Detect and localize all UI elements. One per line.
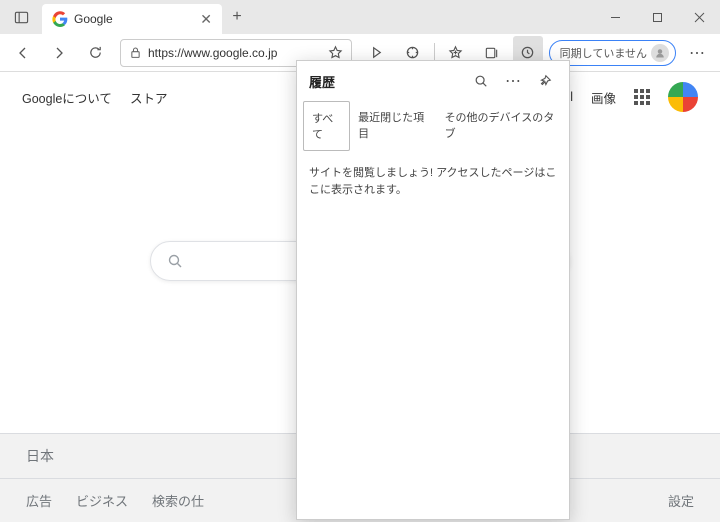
- history-more-button[interactable]: ⋯: [501, 69, 525, 93]
- tab-actions-button[interactable]: [6, 2, 36, 32]
- forward-button[interactable]: [44, 36, 74, 70]
- address-url: https://www.google.co.jp: [148, 46, 277, 60]
- google-profile-avatar[interactable]: [668, 82, 698, 112]
- window-controls: [594, 2, 720, 32]
- history-tab-recent[interactable]: 最近閉じた項目: [350, 101, 436, 151]
- back-button[interactable]: [8, 36, 38, 70]
- profile-avatar-icon: [651, 44, 669, 62]
- footer-search-info[interactable]: 検索の仕: [152, 491, 204, 510]
- history-panel: 履歴 ⋯ すべて 最近閉じた項目 その他のデバイスのタブ サイトを閲覧しましょう…: [296, 60, 570, 520]
- maximize-button[interactable]: [636, 2, 678, 32]
- history-panel-title: 履歴: [309, 72, 335, 91]
- footer-settings[interactable]: 設定: [668, 491, 694, 510]
- favorite-star-icon[interactable]: [328, 45, 343, 60]
- browser-tab[interactable]: Google ✕: [42, 4, 222, 34]
- minimize-button[interactable]: [594, 2, 636, 32]
- close-window-button[interactable]: [678, 2, 720, 32]
- footer-business[interactable]: ビジネス: [76, 491, 128, 510]
- nav-about[interactable]: Googleについて: [22, 88, 112, 107]
- lock-icon: [129, 46, 142, 59]
- history-pin-button[interactable]: [533, 69, 557, 93]
- title-bar: Google ✕ +: [0, 0, 720, 34]
- history-tab-all[interactable]: すべて: [303, 101, 350, 151]
- search-icon: [167, 253, 183, 269]
- history-tabs: すべて 最近閉じた項目 その他のデバイスのタブ: [297, 101, 569, 151]
- nav-images[interactable]: 画像: [591, 88, 616, 107]
- history-empty-message: サイトを閲覧しましょう! アクセスしたページはここに表示されます。: [297, 151, 569, 212]
- new-tab-button[interactable]: +: [222, 2, 252, 32]
- refresh-button[interactable]: [80, 36, 110, 70]
- tab-title: Google: [74, 12, 194, 26]
- nav-store[interactable]: ストア: [130, 88, 168, 107]
- footer-ads[interactable]: 広告: [26, 491, 52, 510]
- google-apps-icon[interactable]: [634, 89, 650, 105]
- history-tab-other[interactable]: その他のデバイスのタブ: [437, 101, 563, 151]
- tab-close-button[interactable]: ✕: [200, 11, 212, 28]
- menu-button[interactable]: ⋯: [682, 36, 712, 70]
- sync-label: 同期していません: [560, 45, 647, 61]
- google-favicon: [52, 11, 68, 27]
- history-search-button[interactable]: [469, 69, 493, 93]
